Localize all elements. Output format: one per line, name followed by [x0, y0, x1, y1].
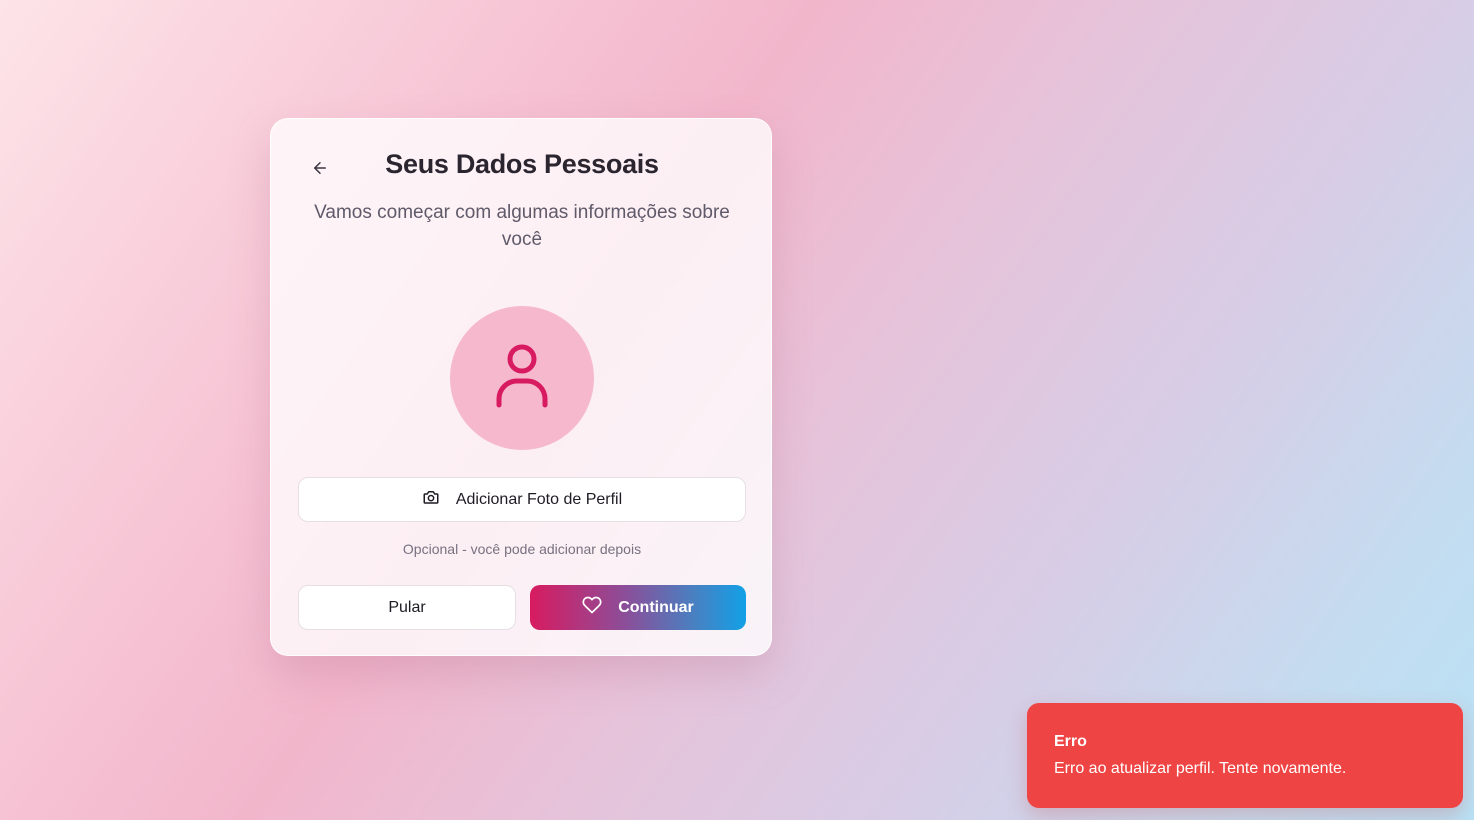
- photo-optional-hint: Opcional - você pode adicionar depois: [402, 541, 642, 557]
- page-title: Seus Dados Pessoais: [385, 149, 659, 179]
- continue-button[interactable]: Continuar: [530, 585, 746, 630]
- personal-data-card: Seus Dados Pessoais Vamos começar com al…: [270, 118, 772, 656]
- avatar-placeholder: [450, 306, 594, 450]
- heart-icon: [582, 595, 602, 620]
- user-icon: [491, 343, 553, 414]
- toast-message: Erro ao atualizar perfil. Tente novament…: [1054, 760, 1347, 777]
- error-toast[interactable]: Erro Erro ao atualizar perfil. Tente nov…: [1027, 703, 1463, 808]
- add-profile-photo-label: Adicionar Foto de Perfil: [455, 490, 623, 508]
- camera-icon: [422, 488, 440, 511]
- continue-label: Continuar: [618, 598, 694, 616]
- skip-button[interactable]: Pular: [298, 585, 516, 630]
- page-subtitle: Vamos começar com algumas informações so…: [314, 202, 730, 250]
- toast-title: Erro: [1054, 733, 1087, 750]
- add-profile-photo-button[interactable]: Adicionar Foto de Perfil: [298, 477, 746, 522]
